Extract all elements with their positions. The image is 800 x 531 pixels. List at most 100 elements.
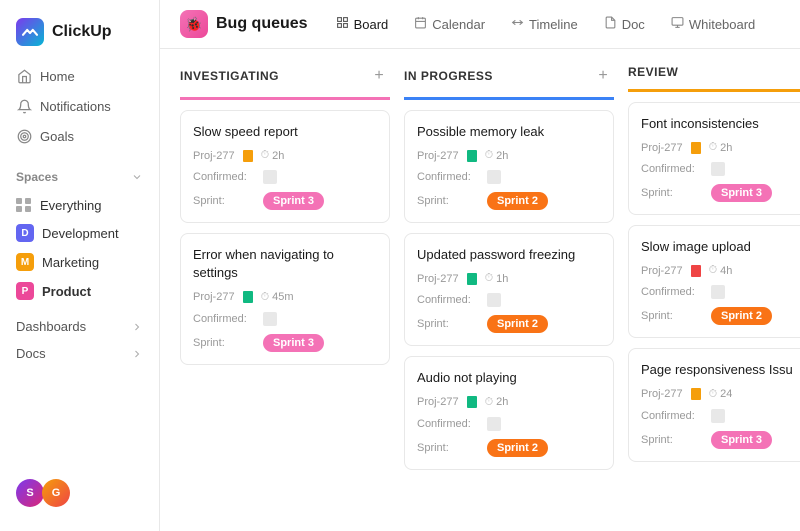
- card-title: Error when navigating to settings: [193, 246, 377, 282]
- topbar: 🐞 Bug queues Board Calendar Timeline: [160, 0, 800, 49]
- sprint-badge[interactable]: Sprint 2: [487, 315, 548, 333]
- sprint-badge[interactable]: Sprint 2: [487, 439, 548, 457]
- card[interactable]: Font inconsistenciesProj-277⏱2hConfirmed…: [628, 102, 800, 215]
- confirmed-checkbox[interactable]: [487, 293, 501, 307]
- product-label: Product: [42, 284, 91, 299]
- confirmed-checkbox[interactable]: [487, 417, 501, 431]
- whiteboard-tab-label: Whiteboard: [689, 17, 755, 32]
- doc-tab-label: Doc: [622, 17, 645, 32]
- confirmed-label: Confirmed:: [193, 171, 263, 183]
- sidebar-item-marketing[interactable]: M Marketing: [8, 248, 151, 276]
- card[interactable]: Slow image uploadProj-277⏱4hConfirmed:Sp…: [628, 225, 800, 338]
- confirmed-checkbox[interactable]: [263, 170, 277, 184]
- tab-whiteboard[interactable]: Whiteboard: [661, 11, 765, 37]
- tab-calendar[interactable]: Calendar: [404, 11, 495, 37]
- flag-icon: [691, 142, 701, 154]
- clickup-logo-icon: [16, 18, 44, 46]
- column-investigating: INVESTIGATING+Slow speed reportProj-277⏱…: [180, 65, 390, 365]
- sprint-label: Sprint:: [641, 310, 711, 322]
- confirmed-label: Confirmed:: [417, 171, 487, 183]
- confirmed-checkbox[interactable]: [711, 162, 725, 176]
- card[interactable]: Page responsiveness IssuProj-277⏱24Confi…: [628, 348, 800, 461]
- spaces-header[interactable]: Spaces: [8, 166, 151, 188]
- card[interactable]: Slow speed reportProj-277⏱2hConfirmed:Sp…: [180, 110, 390, 223]
- confirmed-row: Confirmed:: [641, 162, 800, 176]
- confirmed-row: Confirmed:: [193, 312, 377, 326]
- sprint-row: Sprint:Sprint 2: [417, 315, 601, 333]
- sprint-row: Sprint:Sprint 3: [641, 184, 800, 202]
- confirmed-row: Confirmed:: [641, 285, 800, 299]
- goals-label: Goals: [40, 129, 74, 144]
- sidebar-item-home[interactable]: Home: [8, 62, 151, 90]
- confirmed-row: Confirmed:: [417, 170, 601, 184]
- sprint-badge[interactable]: Sprint 2: [711, 307, 772, 325]
- clock-icon: ⏱: [261, 291, 270, 304]
- card[interactable]: Error when navigating to settings Proj-27…: [180, 233, 390, 364]
- spaces-list: Everything D Development M Marketing P P…: [8, 192, 151, 305]
- col-header-review: REVIEW: [628, 65, 800, 92]
- confirmed-checkbox[interactable]: [487, 170, 501, 184]
- tab-timeline[interactable]: Timeline: [501, 11, 588, 37]
- confirmed-row: Confirmed:: [417, 417, 601, 431]
- dashboards-label: Dashboards: [16, 319, 86, 334]
- sidebar-item-docs[interactable]: Docs: [8, 340, 151, 367]
- board-tab-icon: [336, 16, 349, 32]
- card-proj: Proj-277: [193, 291, 235, 303]
- card-proj: Proj-277: [417, 396, 459, 408]
- sidebar-item-dashboards[interactable]: Dashboards: [8, 313, 151, 340]
- card[interactable]: Possible memory leakProj-277⏱2hConfirmed…: [404, 110, 614, 223]
- sprint-badge[interactable]: Sprint 3: [711, 431, 772, 449]
- sidebar-item-goals[interactable]: Goals: [8, 122, 151, 150]
- flag-icon: [467, 273, 477, 285]
- clock-icon: ⏱: [261, 149, 270, 162]
- marketing-label: Marketing: [42, 255, 99, 270]
- doc-tab-icon: [604, 16, 617, 32]
- card-meta: Proj-277⏱1h: [417, 272, 601, 285]
- product-dot: P: [16, 282, 34, 300]
- development-label: Development: [42, 226, 119, 241]
- time-value: 1h: [496, 273, 508, 285]
- card[interactable]: Updated password freezingProj-277⏱1hConf…: [404, 233, 614, 346]
- chevron-right-docs-icon: [131, 348, 143, 360]
- docs-label: Docs: [16, 346, 46, 361]
- confirmed-checkbox[interactable]: [711, 285, 725, 299]
- confirmed-label: Confirmed:: [417, 418, 487, 430]
- confirmed-row: Confirmed:: [641, 409, 800, 423]
- sprint-row: Sprint:Sprint 2: [417, 439, 601, 457]
- sidebar-item-everything[interactable]: Everything: [8, 192, 151, 218]
- card-title: Audio not playing: [417, 369, 601, 387]
- clock-icon: ⏱: [485, 272, 494, 285]
- confirmed-checkbox[interactable]: [263, 312, 277, 326]
- time-value: 2h: [496, 150, 508, 162]
- sidebar-item-notifications[interactable]: Notifications: [8, 92, 151, 120]
- col-add-investigating[interactable]: +: [368, 65, 390, 87]
- sidebar-footer: S G: [0, 467, 159, 519]
- card-proj: Proj-277: [193, 150, 235, 162]
- sprint-badge[interactable]: Sprint 3: [711, 184, 772, 202]
- card-title: Page responsiveness Issu: [641, 361, 800, 379]
- flag-icon: [243, 150, 253, 162]
- project-icon: 🐞: [180, 10, 208, 38]
- sprint-row: Sprint:Sprint 3: [193, 192, 377, 210]
- confirmed-checkbox[interactable]: [711, 409, 725, 423]
- avatar-s[interactable]: S: [16, 479, 44, 507]
- clock-icon: ⏱: [485, 396, 494, 409]
- card[interactable]: Audio not playingProj-277⏱2hConfirmed:Sp…: [404, 356, 614, 469]
- col-add-inprogress[interactable]: +: [592, 65, 614, 87]
- card-proj: Proj-277: [641, 142, 683, 154]
- sidebar-item-product[interactable]: P Product: [8, 277, 151, 305]
- confirmed-label: Confirmed:: [641, 163, 711, 175]
- sprint-badge[interactable]: Sprint 2: [487, 192, 548, 210]
- card-title: Slow image upload: [641, 238, 800, 256]
- sprint-badge[interactable]: Sprint 3: [263, 334, 324, 352]
- tab-doc[interactable]: Doc: [594, 11, 655, 37]
- card-time: ⏱45m: [261, 291, 294, 304]
- development-dot: D: [16, 224, 34, 242]
- sprint-badge[interactable]: Sprint 3: [263, 192, 324, 210]
- sidebar-item-development[interactable]: D Development: [8, 219, 151, 247]
- sprint-row: Sprint:Sprint 3: [641, 431, 800, 449]
- card-time: ⏱2h: [485, 396, 509, 409]
- avatar-g[interactable]: G: [42, 479, 70, 507]
- goals-icon: [16, 128, 32, 144]
- tab-board[interactable]: Board: [326, 11, 399, 37]
